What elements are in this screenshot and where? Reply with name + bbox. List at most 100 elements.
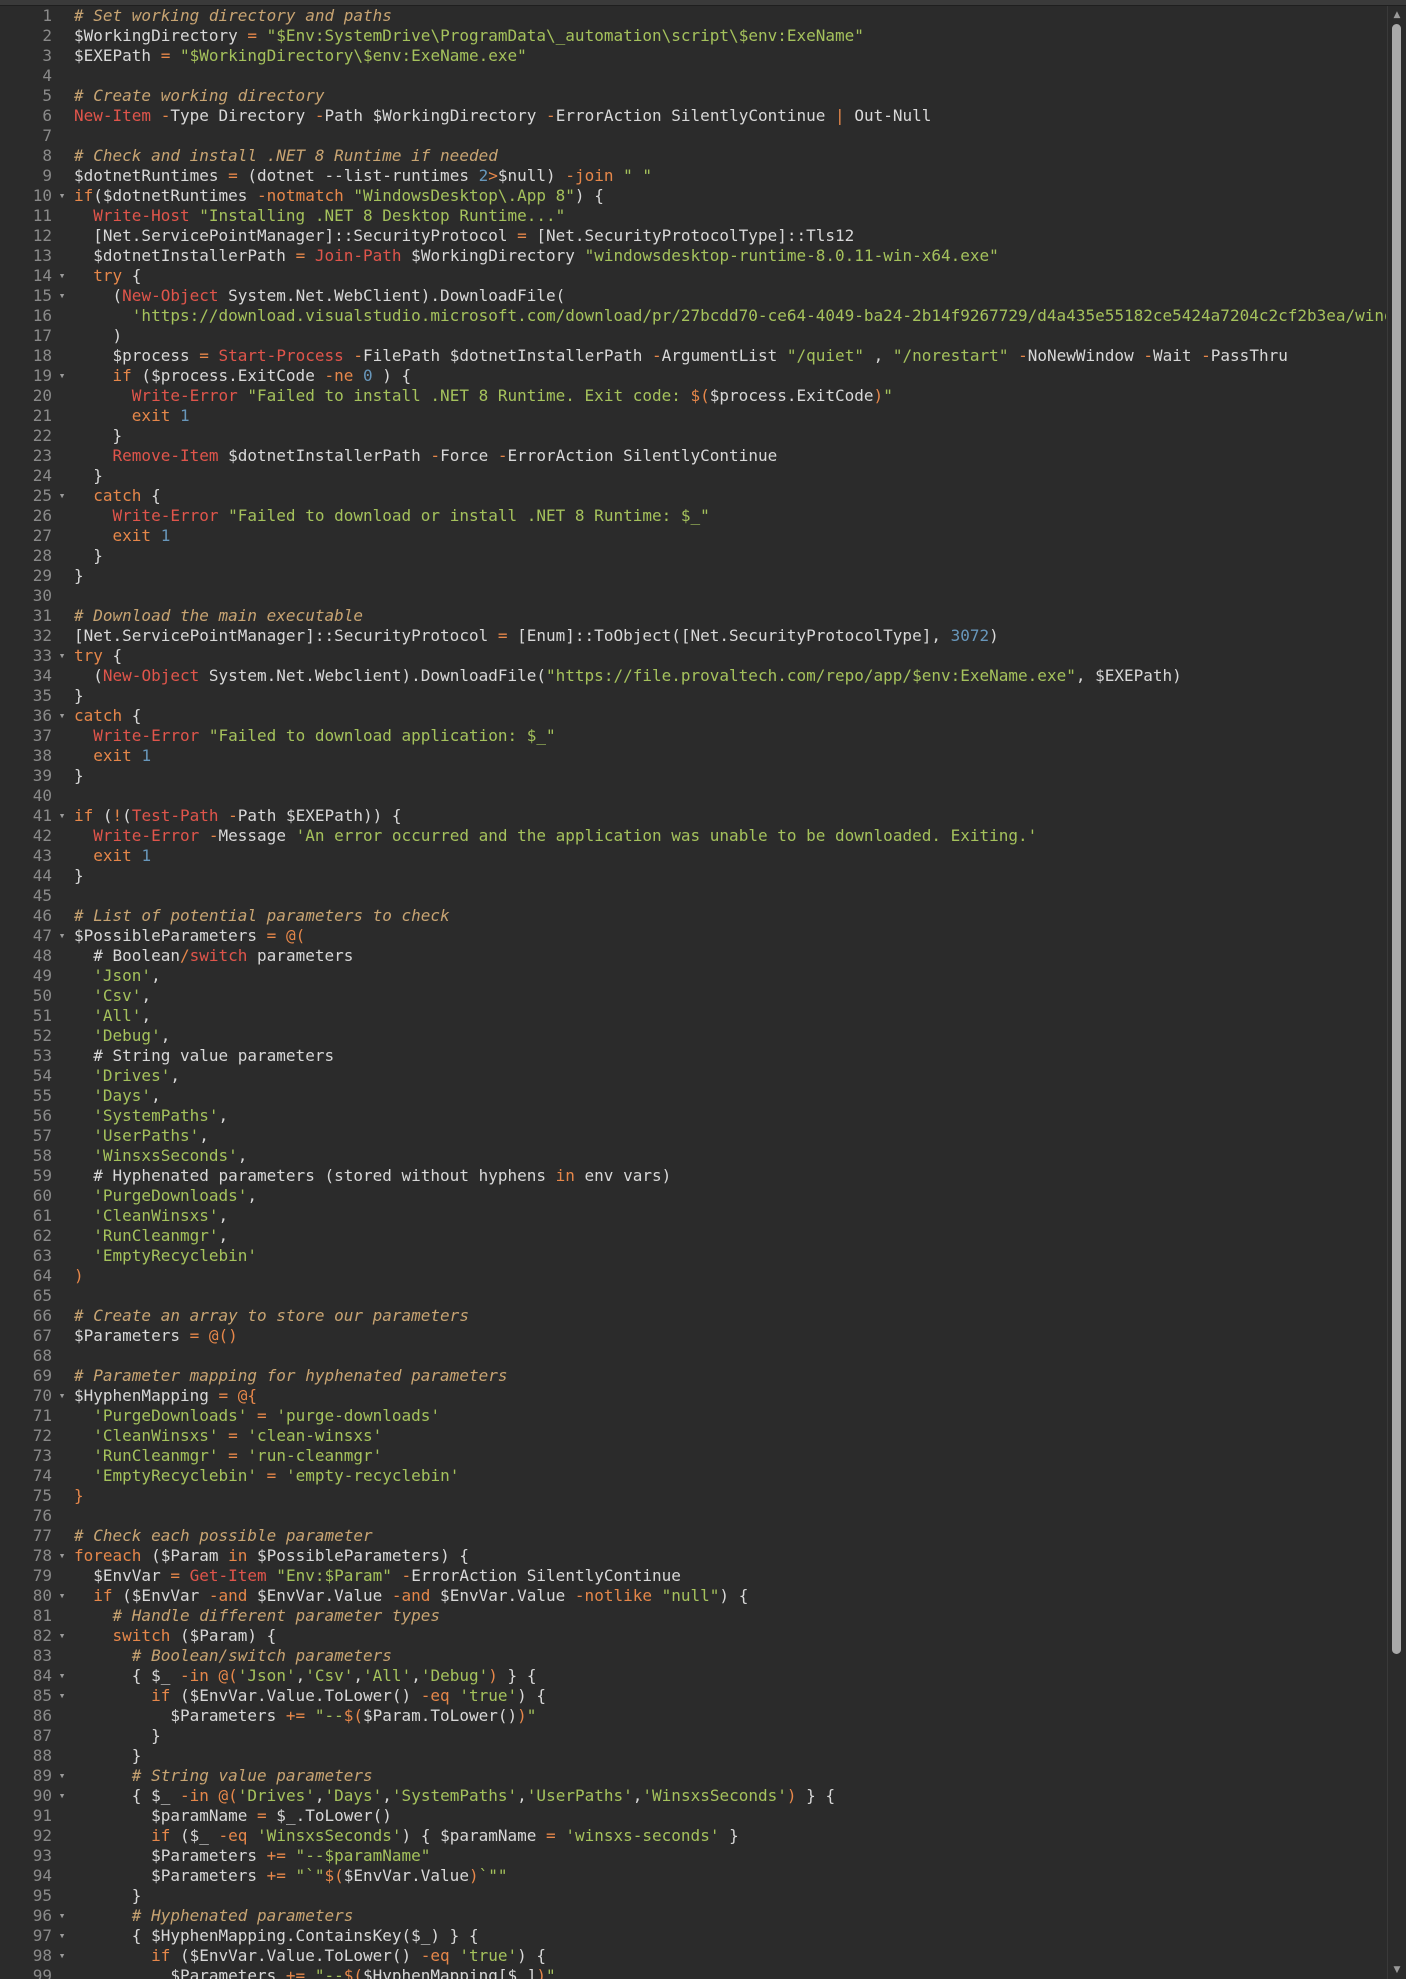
code-line[interactable]: 40 [0,786,1386,806]
code-line[interactable]: 53 # String value parameters [0,1046,1386,1066]
chevron-down-icon[interactable]: ▾ [56,646,68,666]
code-line[interactable]: 68 [0,1346,1386,1366]
code-line[interactable]: 18 $process = Start-Process -FilePath $d… [0,346,1386,366]
code-line[interactable]: 80 ▾ if ($EnvVar -and $EnvVar.Value -and … [0,1586,1386,1606]
chevron-down-icon[interactable]: ▾ [56,1626,68,1646]
code-line[interactable]: 20 Write-Error "Failed to install .NET 8… [0,386,1386,406]
code-line[interactable]: 31 # Download the main executable [0,606,1386,626]
code-line[interactable]: 23 Remove-Item $dotnetInstallerPath -For… [0,446,1386,466]
chevron-down-icon[interactable]: ▾ [56,1906,68,1926]
chevron-down-icon[interactable]: ▾ [56,1666,68,1686]
code-line[interactable]: 26 Write-Error "Failed to download or in… [0,506,1386,526]
code-line[interactable]: 72 'CleanWinsxs' = 'clean-winsxs' [0,1426,1386,1446]
code-line[interactable]: 62 'RunCleanmgr', [0,1226,1386,1246]
code-line[interactable]: 79 $EnvVar = Get-Item "Env:$Param" -Erro… [0,1566,1386,1586]
code-line[interactable]: 97 ▾ { $HyphenMapping.ContainsKey($_) } { [0,1926,1386,1946]
code-line[interactable]: 1 # Set working directory and paths [0,6,1386,26]
code-line[interactable]: 45 [0,886,1386,906]
code-area[interactable]: 1 # Set working directory and paths 2 $Work… [0,6,1386,1979]
code-line[interactable]: 69 # Parameter mapping for hyphenated par… [0,1366,1386,1386]
code-line[interactable]: 99 $Parameters += "--$($HyphenMapping[$_… [0,1966,1386,1979]
code-line[interactable]: 25 ▾ catch { [0,486,1386,506]
code-line[interactable]: 84 ▾ { $_ -in @('Json','Csv','All','Debug… [0,1666,1386,1686]
chevron-down-icon[interactable]: ▾ [56,366,68,386]
code-line[interactable]: 77 # Check each possible parameter [0,1526,1386,1546]
code-line[interactable]: 11 Write-Host "Installing .NET 8 Desktop… [0,206,1386,226]
code-line[interactable]: 10 ▾ if($dotnetRuntimes -notmatch "Windows… [0,186,1386,206]
code-line[interactable]: 34 (New-Object System.Net.Webclient).Dow… [0,666,1386,686]
code-line[interactable]: 76 [0,1506,1386,1526]
code-line[interactable]: 21 exit 1 [0,406,1386,426]
code-line[interactable]: 78 ▾ foreach ($Param in $PossibleParameter… [0,1546,1386,1566]
chevron-down-icon[interactable]: ▾ [56,186,68,206]
code-line[interactable]: 82 ▾ switch ($Param) { [0,1626,1386,1646]
code-line[interactable]: 81 # Handle different parameter types [0,1606,1386,1626]
chevron-down-icon[interactable]: ▾ [56,1386,68,1406]
chevron-down-icon[interactable]: ▾ [56,806,68,826]
code-line[interactable]: 93 $Parameters += "--$paramName" [0,1846,1386,1866]
code-line[interactable]: 35} [0,686,1386,706]
code-line[interactable]: 75} [0,1486,1386,1506]
chevron-down-icon[interactable]: ▾ [56,1946,68,1966]
code-line[interactable]: 52 'Debug', [0,1026,1386,1046]
code-line[interactable]: 85 ▾ if ($EnvVar.Value.ToLower() -eq 'tru… [0,1686,1386,1706]
code-line[interactable]: 73 'RunCleanmgr' = 'run-cleanmgr' [0,1446,1386,1466]
chevron-down-icon[interactable]: ▾ [56,1786,68,1806]
code-line[interactable]: 49 'Json', [0,966,1386,986]
code-line[interactable]: 60 'PurgeDownloads', [0,1186,1386,1206]
code-line[interactable]: 64) [0,1266,1386,1286]
chevron-down-icon[interactable]: ▾ [56,266,68,286]
code-line[interactable]: 51 'All', [0,1006,1386,1026]
code-line[interactable]: 98 ▾ if ($EnvVar.Value.ToLower() -eq 'tru… [0,1946,1386,1966]
code-line[interactable]: 32 [Net.ServicePointManager]::SecurityPro… [0,626,1386,646]
code-line[interactable]: 74 'EmptyRecyclebin' = 'empty-recyclebin… [0,1466,1386,1486]
code-line[interactable]: 13 $dotnetInstallerPath = Join-Path $Wor… [0,246,1386,266]
code-line[interactable]: 88 } [0,1746,1386,1766]
code-line[interactable]: 37 Write-Error "Failed to download appli… [0,726,1386,746]
code-line[interactable]: 4 [0,66,1386,86]
code-line[interactable]: 96 ▾ # Hyphenated parameters [0,1906,1386,1926]
code-line[interactable]: 50 'Csv', [0,986,1386,1006]
chevron-down-icon[interactable]: ▾ [56,1686,68,1706]
code-line[interactable]: 5 # Create working directory [0,86,1386,106]
code-line[interactable]: 43 exit 1 [0,846,1386,866]
chevron-down-icon[interactable]: ▾ [56,486,68,506]
code-line[interactable]: 55 'Days', [0,1086,1386,1106]
code-line[interactable]: 91 $paramName = $_.ToLower() [0,1806,1386,1826]
code-line[interactable]: 44} [0,866,1386,886]
code-line[interactable]: 6 New-Item -Type Directory -Path $Working… [0,106,1386,126]
code-line[interactable]: 48 # Boolean/switch parameters [0,946,1386,966]
vertical-scrollbar[interactable]: ▲ ▼ [1387,6,1406,1979]
code-line[interactable]: 86 $Parameters += "--$($Param.ToLower())… [0,1706,1386,1726]
code-editor[interactable]: 1 # Set working directory and paths 2 $Work… [0,0,1406,1979]
code-line[interactable]: 61 'CleanWinsxs', [0,1206,1386,1226]
scrollbar-thumb[interactable] [1392,24,1401,1654]
code-line[interactable]: 9 $dotnetRuntimes = (dotnet --list-runtim… [0,166,1386,186]
code-line[interactable]: 89 ▾ # String value parameters [0,1766,1386,1786]
arrow-down-icon[interactable]: ▼ [1391,1965,1403,1975]
code-line[interactable]: 14 ▾ try { [0,266,1386,286]
code-line[interactable]: 90 ▾ { $_ -in @('Drives','Days','SystemPa… [0,1786,1386,1806]
code-line[interactable]: 95 } [0,1886,1386,1906]
code-line[interactable]: 8 # Check and install .NET 8 Runtime if n… [0,146,1386,166]
code-line[interactable]: 70 ▾ $HyphenMapping = @{ [0,1386,1386,1406]
code-line[interactable]: 63 'EmptyRecyclebin' [0,1246,1386,1266]
code-line[interactable]: 2 $WorkingDirectory = "$Env:SystemDrive\P… [0,26,1386,46]
code-line[interactable]: 7 [0,126,1386,146]
code-line[interactable]: 83 # Boolean/switch parameters [0,1646,1386,1666]
chevron-down-icon[interactable]: ▾ [56,1546,68,1566]
code-line[interactable]: 36 ▾ catch { [0,706,1386,726]
code-line[interactable]: 41 ▾ if (!(Test-Path -Path $EXEPath)) { [0,806,1386,826]
code-line[interactable]: 56 'SystemPaths', [0,1106,1386,1126]
code-line[interactable]: 24 } [0,466,1386,486]
code-line[interactable]: 58 'WinsxsSeconds', [0,1146,1386,1166]
code-line[interactable]: 94 $Parameters += "`"$($EnvVar.Value)`"" [0,1866,1386,1886]
code-line[interactable]: 59 # Hyphenated parameters (stored witho… [0,1166,1386,1186]
code-line[interactable]: 27 exit 1 [0,526,1386,546]
code-line[interactable]: 22 } [0,426,1386,446]
code-line[interactable]: 71 'PurgeDownloads' = 'purge-downloads' [0,1406,1386,1426]
code-line[interactable]: 67 $Parameters = @() [0,1326,1386,1346]
code-line[interactable]: 42 Write-Error -Message 'An error occurr… [0,826,1386,846]
code-line[interactable]: 33 ▾ try { [0,646,1386,666]
code-line[interactable]: 19 ▾ if ($process.ExitCode -ne 0 ) { [0,366,1386,386]
